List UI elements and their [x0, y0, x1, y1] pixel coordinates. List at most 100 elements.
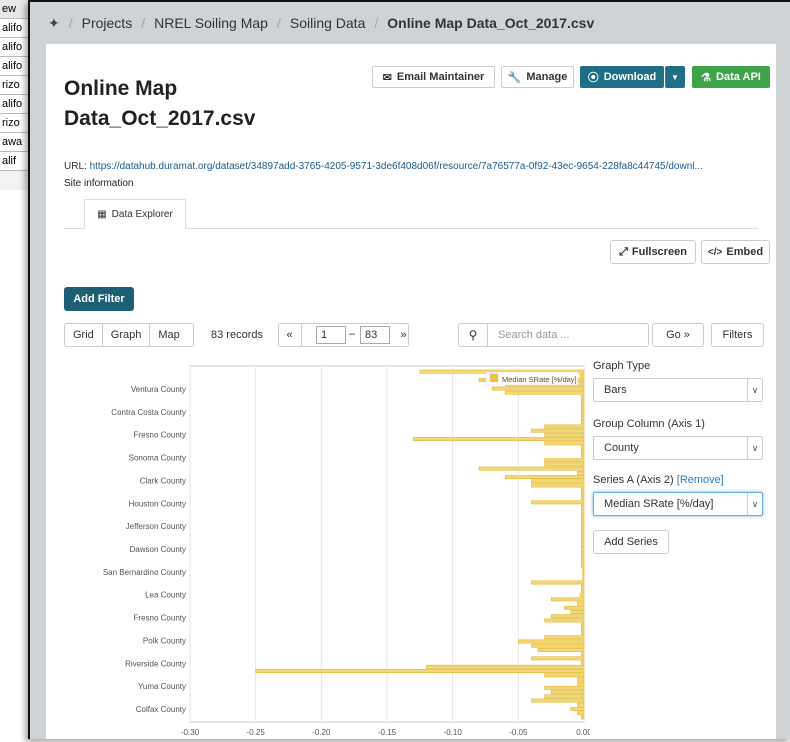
bar — [531, 428, 585, 433]
bar — [582, 576, 585, 581]
breadcrumb-projects[interactable]: Projects — [82, 15, 133, 31]
bar — [581, 588, 585, 593]
bar — [581, 546, 585, 551]
email-maintainer-button[interactable]: ✉ Email Maintainer — [372, 66, 495, 88]
bar — [581, 538, 585, 543]
fullscreen-button[interactable]: ⤢ Fullscreen — [610, 240, 696, 264]
x-tick-label: -0.25 — [247, 728, 266, 737]
bar — [581, 534, 585, 539]
bar — [581, 563, 585, 568]
bar — [581, 508, 585, 513]
bar — [531, 698, 585, 703]
wrench-icon: 🔧 — [507, 71, 522, 84]
embed-button[interactable]: </> Embed — [701, 240, 770, 264]
bar — [581, 517, 585, 522]
bar — [581, 715, 585, 720]
download-label: Download — [603, 71, 657, 83]
breadcrumb-soiling-data[interactable]: Soiling Data — [290, 15, 366, 31]
bar — [577, 711, 585, 716]
add-filter-button[interactable]: Add Filter — [64, 287, 134, 311]
page-title-line1: Online Map — [64, 77, 178, 100]
bar — [412, 437, 585, 442]
search-box: ⚲ Search data ... — [458, 323, 649, 347]
y-axis-label: Lea County — [145, 591, 186, 600]
view-map-button[interactable]: Map — [150, 324, 187, 346]
bar — [581, 449, 585, 454]
resource-url-link[interactable]: https://datahub.duramat.org/dataset/3489… — [90, 161, 703, 172]
download-dropdown-toggle[interactable]: ▼ — [665, 66, 685, 88]
data-api-button[interactable]: ⚗ Data API — [692, 66, 770, 88]
bar — [581, 542, 585, 547]
bar — [570, 610, 585, 614]
filters-button[interactable]: Filters — [711, 323, 764, 347]
bar — [426, 664, 585, 669]
bar — [563, 605, 585, 610]
group-column-select[interactable]: County ∨ — [593, 436, 763, 460]
breadcrumb-nrel-soiling-map[interactable]: NREL Soiling Map — [154, 15, 268, 31]
y-axis-label: Contra Costa County — [111, 408, 186, 417]
add-series-button[interactable]: Add Series — [593, 530, 669, 554]
breadcrumb-separator: / — [141, 15, 146, 31]
record-count: 83 records — [211, 329, 263, 341]
pagination-next-button[interactable]: » — [398, 323, 409, 347]
x-tick-label: -0.15 — [378, 728, 397, 737]
bar — [581, 660, 585, 665]
graph-type-select[interactable]: Bars ∨ — [593, 378, 763, 402]
bar — [544, 635, 585, 640]
bar — [581, 555, 585, 560]
bar — [537, 648, 585, 652]
series-a-select[interactable]: Median SRate [%/day] ∨ — [593, 492, 763, 516]
series-a-label-text: Series A (Axis 2) — [593, 474, 674, 486]
legend-swatch — [489, 373, 499, 383]
bar — [577, 702, 585, 707]
pagination-prev-button[interactable]: « — [278, 323, 302, 347]
download-button[interactable]: ⦿ Download — [580, 66, 664, 88]
y-axis-label: Clark County — [140, 476, 186, 485]
view-graph-button[interactable]: Graph — [103, 324, 151, 346]
bar — [582, 572, 585, 576]
browser-window: ✦ / Projects / NREL Soiling Map / Soilin… — [28, 0, 790, 739]
legend-label: Median SRate [%/day] — [502, 375, 577, 384]
bar — [581, 403, 585, 408]
bar — [581, 399, 585, 404]
bar — [581, 525, 585, 530]
bar — [581, 521, 585, 526]
chevron-down-icon: ∨ — [747, 493, 762, 515]
manage-button[interactable]: 🔧 Manage — [501, 66, 574, 88]
series-a-label: Series A (Axis 2) [Remove] — [593, 474, 724, 486]
bar — [531, 580, 585, 585]
bar-chart: -0.30 -0.25 -0.20 -0.15 -0.10 -0.05 0.00 Ventur… — [64, 364, 592, 739]
bar — [478, 466, 585, 471]
bar — [581, 454, 585, 458]
caret-down-icon: ▼ — [671, 72, 679, 82]
page-from-input[interactable]: 1 — [316, 326, 346, 344]
go-button[interactable]: Go » — [652, 323, 704, 347]
view-grid-button[interactable]: Grid — [65, 324, 103, 346]
search-icon[interactable]: ⚲ — [459, 324, 488, 346]
remove-series-link[interactable]: [Remove] — [677, 474, 724, 486]
page-background: Online Map Data_Oct_2017.csv ✉ Email Mai… — [30, 44, 790, 739]
search-input[interactable]: Search data ... — [488, 324, 648, 346]
group-column-value: County — [604, 442, 639, 454]
bar — [581, 411, 585, 416]
email-maintainer-label: Email Maintainer — [396, 71, 485, 83]
y-axis-label: Riverside County — [125, 659, 186, 668]
y-axis-label: Polk County — [143, 636, 186, 645]
bar — [581, 652, 585, 657]
y-axis-label: Jefferson County — [126, 522, 186, 531]
page-to-input[interactable]: 83 — [360, 326, 390, 344]
page-range-dash: – — [349, 328, 356, 340]
bar — [582, 567, 585, 572]
home-icon[interactable]: ✦ — [48, 15, 60, 32]
y-axis-label: Colfax County — [136, 705, 186, 714]
tab-data-explorer[interactable]: ▦ Data Explorer — [84, 199, 186, 229]
chevron-down-icon: ∨ — [747, 437, 762, 459]
bar — [581, 395, 585, 399]
bar — [581, 445, 585, 450]
bar — [581, 407, 585, 412]
x-tick-label: 0.00 — [576, 728, 590, 737]
breadcrumb-separator: / — [374, 15, 379, 31]
bar — [577, 677, 585, 682]
bar — [581, 513, 585, 517]
bar — [581, 416, 585, 420]
